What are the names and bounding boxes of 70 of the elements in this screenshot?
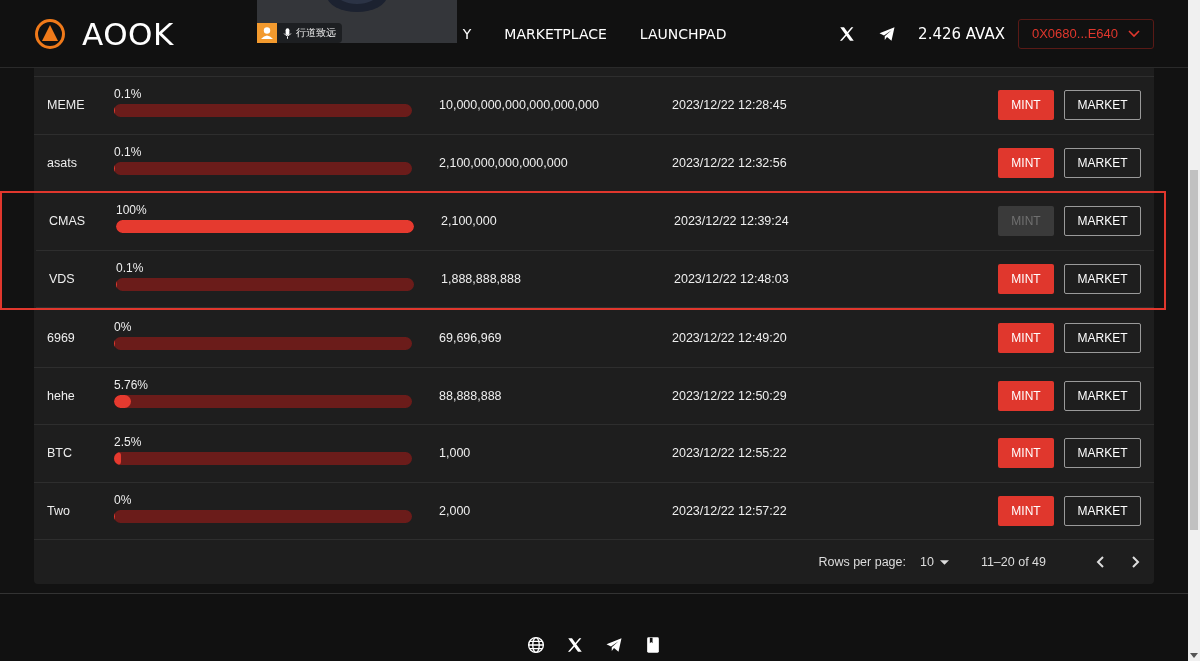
progress-text: 0.1% bbox=[114, 87, 143, 102]
token-name: asats bbox=[46, 155, 78, 170]
previous-page-icon[interactable] bbox=[1096, 555, 1106, 569]
supply: 2,100,000 bbox=[440, 214, 498, 229]
timestamp: 2023/12/22 12:50:29 bbox=[671, 388, 788, 403]
mint-button[interactable]: MINT bbox=[998, 380, 1054, 411]
chevron-down-icon bbox=[1128, 29, 1140, 38]
balance: 2.426 AVAX bbox=[918, 24, 1005, 43]
market-button[interactable]: MARKET bbox=[1064, 495, 1141, 526]
mint-button[interactable]: MINT bbox=[998, 438, 1054, 469]
scroll-down-icon[interactable] bbox=[1190, 653, 1198, 658]
microphone-icon bbox=[283, 26, 292, 40]
timestamp: 2023/12/22 12:49:20 bbox=[671, 331, 788, 346]
nav-link[interactable]: LAUNCHPAD bbox=[639, 25, 727, 42]
timestamp: 2023/12/22 12:48:03 bbox=[673, 271, 790, 286]
globe-icon[interactable] bbox=[526, 636, 545, 654]
token-name: VDS bbox=[48, 271, 76, 286]
mint-button[interactable]: MINT bbox=[998, 495, 1054, 526]
token-name: 6969 bbox=[46, 331, 76, 346]
market-button[interactable]: MARKET bbox=[1064, 206, 1141, 237]
person-icon bbox=[257, 23, 277, 43]
market-button[interactable]: MARKET bbox=[1064, 90, 1141, 121]
timestamp: 2023/12/22 12:39:24 bbox=[673, 214, 790, 229]
token-name: CMAS bbox=[48, 214, 87, 229]
token-name: MEME bbox=[46, 98, 86, 113]
market-button[interactable]: MARKET bbox=[1064, 438, 1141, 469]
timestamp: 2023/12/22 12:57:22 bbox=[671, 503, 788, 518]
timestamp: 2023/12/22 12:32:56 bbox=[671, 155, 788, 170]
token-name: BTC bbox=[46, 446, 73, 461]
x-icon[interactable] bbox=[565, 636, 584, 654]
supply: 88,888,888 bbox=[438, 388, 503, 403]
market-button[interactable]: MARKET bbox=[1064, 380, 1141, 411]
mint-button[interactable]: MINT bbox=[998, 323, 1054, 354]
progress-text: 0.1% bbox=[116, 260, 145, 275]
token-name: Two bbox=[46, 503, 71, 518]
supply: 69,696,969 bbox=[438, 331, 503, 346]
paper-plane-icon[interactable] bbox=[604, 636, 623, 654]
supply: 10,000,000,000,000,000,000 bbox=[438, 98, 600, 113]
market-button[interactable]: MARKET bbox=[1064, 263, 1141, 294]
market-button[interactable]: MARKET bbox=[1064, 147, 1141, 178]
rows-per-page-label: Rows per page: bbox=[818, 555, 906, 569]
logo-text: AOOK bbox=[82, 15, 174, 52]
timestamp: 2023/12/22 12:28:45 bbox=[671, 98, 788, 113]
supply: 1,888,888,888 bbox=[440, 271, 522, 286]
caller-name: 行道致远 bbox=[296, 26, 336, 40]
mint-button[interactable]: MINT bbox=[998, 147, 1054, 178]
timestamp: 2023/12/22 12:55:22 bbox=[671, 446, 788, 461]
nav-link[interactable]: MARKETPLACE bbox=[504, 25, 607, 42]
mint-button[interactable]: MINT bbox=[998, 90, 1054, 121]
wallet-button[interactable]: 0X0680...E640 bbox=[1017, 18, 1154, 49]
page-range: 11–20 of 49 bbox=[980, 555, 1046, 569]
mint-button[interactable]: MINT bbox=[998, 263, 1054, 294]
next-page-icon[interactable] bbox=[1130, 555, 1140, 569]
caret-icon bbox=[939, 559, 949, 565]
market-button[interactable]: MARKET bbox=[1064, 323, 1141, 354]
supply: 2,000 bbox=[438, 503, 472, 518]
progress-text: 0% bbox=[114, 320, 133, 335]
progress-text: 2.5% bbox=[114, 435, 143, 450]
progress-text: 0.1% bbox=[114, 144, 143, 159]
supply: 2,100,000,000,000,000 bbox=[438, 155, 569, 170]
scrollbar[interactable] bbox=[1188, 0, 1200, 661]
token-name: hehe bbox=[46, 388, 76, 403]
rows-per-page-select[interactable]: 10 bbox=[920, 555, 949, 569]
progress-text: 5.76% bbox=[114, 377, 150, 392]
x-icon[interactable] bbox=[838, 24, 857, 43]
progress-text: 100% bbox=[116, 203, 148, 218]
progress-text: 0% bbox=[114, 492, 133, 507]
logo-icon bbox=[34, 17, 66, 50]
supply: 1,000 bbox=[438, 446, 472, 461]
nav-link[interactable]: Y bbox=[462, 25, 472, 42]
